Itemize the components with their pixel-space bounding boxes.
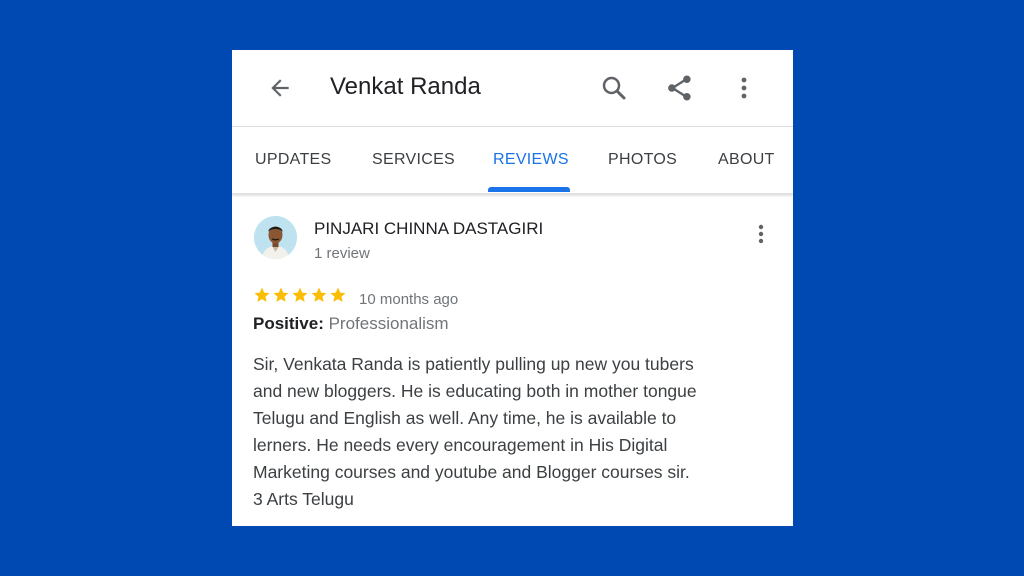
tab-services[interactable]: SERVICES [372, 151, 455, 169]
search-button[interactable] [597, 71, 631, 105]
review-highlight: Positive: Professionalism [253, 314, 449, 334]
active-tab-indicator [488, 187, 570, 192]
tab-about[interactable]: ABOUT [718, 151, 775, 169]
more-vert-icon [741, 77, 747, 99]
back-button[interactable] [264, 72, 296, 104]
review-more-options-button[interactable] [752, 222, 770, 246]
positive-value: Professionalism [328, 314, 449, 333]
app-bar: Venkat Randa [232, 50, 793, 127]
tab-photos[interactable]: PHOTOS [608, 151, 677, 169]
tab-reviews[interactable]: REVIEWS [493, 151, 569, 169]
business-panel: Venkat Randa UPDATES SERVICES REVIEWS PH… [232, 50, 793, 526]
share-button[interactable] [663, 71, 697, 105]
star-icon [292, 287, 308, 302]
star-rating [253, 286, 347, 310]
star-icon [330, 287, 346, 302]
search-icon [602, 76, 626, 100]
reviewer-name[interactable]: PINJARI CHINNA DASTAGIRI [314, 219, 543, 239]
avatar-image [254, 216, 297, 259]
reviewer-avatar[interactable] [254, 216, 297, 259]
positive-label: Positive: [253, 314, 324, 333]
review-time: 10 months ago [359, 291, 459, 308]
tab-updates[interactable]: UPDATES [255, 151, 331, 169]
star-icon [254, 287, 270, 302]
star-icon [273, 287, 289, 302]
share-icon [668, 75, 691, 101]
more-options-button[interactable] [732, 71, 756, 105]
star-icon [311, 287, 327, 302]
reviewer-review-count: 1 review [314, 245, 370, 262]
tab-bar: UPDATES SERVICES REVIEWS PHOTOS ABOUT [232, 127, 793, 194]
arrow-back-icon [271, 79, 289, 97]
review-text: Sir, Venkata Randa is patiently pulling … [253, 354, 697, 509]
page-title: Venkat Randa [330, 73, 481, 100]
more-vert-icon [758, 224, 764, 244]
